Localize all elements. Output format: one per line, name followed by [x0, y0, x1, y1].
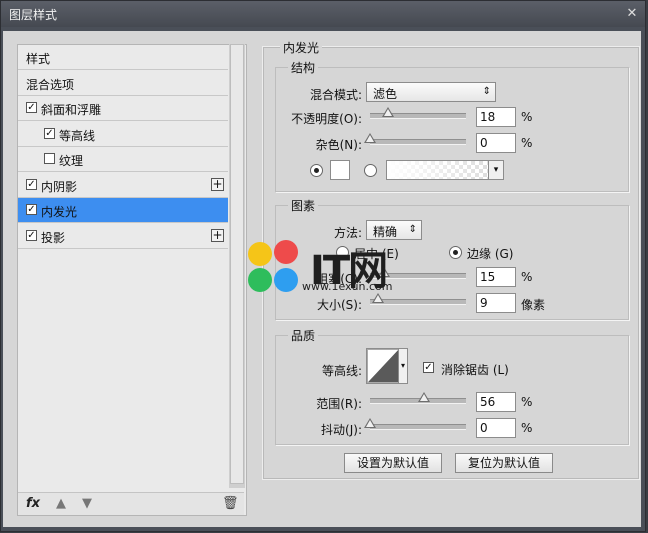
noise-label: 杂色(N):: [315, 138, 362, 152]
size-unit: 像素: [521, 298, 546, 312]
opacity-input[interactable]: 18: [476, 107, 516, 127]
move-up-icon[interactable]: ▲: [56, 496, 66, 511]
fx-icon[interactable]: fx: [26, 496, 40, 511]
add-icon[interactable]: +: [211, 228, 224, 242]
chevron-down-icon[interactable]: ▾: [398, 349, 407, 383]
antialias-checkbox[interactable]: ✓: [423, 362, 434, 373]
gradient-radio[interactable]: [364, 164, 377, 177]
gradient-swatch[interactable]: ▾: [386, 160, 504, 180]
smiley-icon: [274, 240, 298, 264]
panel-title: 内发光: [280, 39, 323, 56]
trash-icon[interactable]: 🗑: [222, 496, 239, 511]
range-input[interactable]: 56: [476, 392, 516, 412]
blend-mode-value: 滤色: [373, 87, 398, 101]
sidebar-item-label: 内发光: [41, 205, 78, 219]
contour-label: 等高线:: [321, 364, 362, 378]
sidebar-item-label: 纹理: [59, 154, 84, 168]
range-slider[interactable]: [370, 392, 466, 404]
antialias-label: 消除锯齿 (L): [441, 363, 509, 377]
jitter-input[interactable]: 0: [476, 418, 516, 438]
jitter-slider-thumb[interactable]: [364, 418, 376, 428]
sidebar-item-drop-shadow[interactable]: ✓ 投影 +: [18, 223, 228, 249]
choke-unit: %: [521, 270, 533, 284]
size-slider[interactable]: [370, 293, 466, 305]
solid-color-radio[interactable]: [310, 164, 323, 177]
opacity-slider[interactable]: [370, 107, 466, 119]
glow-color-swatch[interactable]: [330, 160, 350, 180]
add-icon[interactable]: +: [211, 177, 224, 191]
site-watermark: IT网 www.1exun.com: [246, 236, 416, 298]
make-default-button[interactable]: 设置为默认值: [344, 453, 442, 473]
sidebar-checkbox[interactable]: ✓: [26, 102, 37, 113]
jitter-slider[interactable]: [364, 418, 466, 430]
sidebar-item-inner-glow[interactable]: ✓ 内发光: [18, 198, 228, 223]
opacity-unit: %: [521, 110, 533, 124]
sidebar-item-blending-options[interactable]: 混合选项: [18, 70, 228, 96]
range-label: 范围(R):: [316, 397, 362, 411]
sidebar-item-contour[interactable]: ✓ 等高线: [18, 121, 228, 147]
sidebar-item-label: 内阴影: [41, 179, 78, 194]
sidebar-checkbox[interactable]: [44, 153, 55, 164]
contour-picker[interactable]: ▾: [366, 348, 408, 384]
reset-default-button[interactable]: 复位为默认值: [455, 453, 553, 473]
sidebar-item-label: 等高线: [59, 128, 96, 143]
window-title: 图层样式: [9, 8, 58, 22]
smiley-icon: [248, 242, 272, 266]
sidebar-item-styles[interactable]: 样式: [18, 45, 228, 70]
source-edge-label: 边缘 (G): [467, 247, 514, 261]
sidebar-checkbox[interactable]: ✓: [26, 178, 37, 190]
chevron-down-icon[interactable]: ▾: [488, 161, 503, 179]
sidebar-item-inner-shadow[interactable]: ✓ 内阴影 +: [18, 172, 228, 198]
close-icon[interactable]: ✕: [623, 5, 641, 23]
sidebar-item-label: 投影: [41, 230, 66, 245]
style-list-toolbar: fx ▲ ▼ 🗑: [18, 492, 244, 515]
noise-input[interactable]: 0: [476, 133, 516, 153]
sidebar-item-bevel-emboss[interactable]: ✓ 斜面和浮雕: [18, 96, 228, 121]
noise-slider-thumb[interactable]: [364, 133, 376, 143]
blend-mode-label: 混合模式:: [309, 88, 362, 102]
size-label: 大小(S):: [316, 298, 362, 312]
elements-title: 图素: [288, 197, 319, 214]
source-edge-radio[interactable]: [449, 246, 462, 259]
opacity-slider-thumb[interactable]: [382, 107, 394, 117]
sidebar-item-texture[interactable]: 纹理: [18, 147, 228, 172]
sidebar-item-label: 斜面和浮雕: [41, 103, 102, 117]
updown-icon: ⇕: [482, 86, 491, 97]
move-down-icon[interactable]: ▼: [82, 496, 92, 511]
contour-preview-icon: [367, 349, 399, 383]
sidebar-checkbox[interactable]: ✓: [26, 204, 37, 215]
sidebar-checkbox[interactable]: ✓: [44, 127, 55, 139]
range-slider-thumb[interactable]: [418, 392, 430, 402]
size-input[interactable]: 9: [476, 293, 516, 313]
sidebar-checkbox[interactable]: ✓: [26, 229, 37, 241]
scrollbar-thumb[interactable]: [230, 44, 244, 484]
watermark-url: www.1exun.com: [302, 280, 393, 293]
title-bar[interactable]: 图层样式 ✕: [1, 1, 645, 27]
jitter-unit: %: [521, 421, 533, 435]
smiley-icon: [274, 268, 298, 292]
sidebar-item-label: 混合选项: [26, 77, 75, 92]
noise-slider[interactable]: [364, 133, 466, 145]
noise-unit: %: [521, 136, 533, 150]
opacity-label: 不透明度(O):: [291, 112, 362, 126]
jitter-label: 抖动(J):: [321, 423, 362, 437]
structure-title: 结构: [288, 59, 319, 76]
blend-mode-select[interactable]: 滤色 ⇕: [366, 82, 496, 102]
smiley-icon: [248, 268, 272, 292]
choke-input[interactable]: 15: [476, 267, 516, 287]
quality-title: 品质: [288, 327, 319, 344]
range-unit: %: [521, 395, 533, 409]
sidebar-item-label: 样式: [26, 52, 51, 66]
